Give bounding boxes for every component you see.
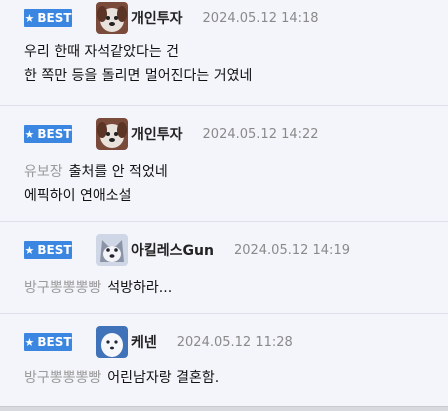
comment-date: 2024.05.12 14:19 (233, 242, 350, 258)
star-icon: ★ (24, 243, 35, 257)
comment-header: ★ BEST 개인투자 2024.05.12 14:18 (24, 2, 319, 34)
comment-line: 우리 한때 자석같았다는 건 (24, 44, 180, 60)
ghost-dog-avatar[interactable] (96, 326, 128, 358)
best-badge-label: BEST (37, 243, 72, 257)
comment-body: 유보장 출처를 안 적었네 에픽하이 연애소설 (24, 160, 168, 208)
comment-header: ★ BEST 개인투자 2024.05.12 14:22 (24, 118, 319, 150)
comment-author[interactable]: 케넨 (131, 332, 157, 352)
comment-text: 어린남자랑 결혼함. (107, 370, 220, 386)
star-icon: ★ (24, 11, 35, 25)
comment-date: 2024.05.12 14:18 (202, 10, 319, 26)
puppy-avatar[interactable] (96, 118, 128, 150)
mention-tag[interactable]: 방구뽕뽕뽕빵 (24, 370, 101, 386)
best-badge-label: BEST (37, 11, 72, 25)
star-icon: ★ (24, 335, 35, 349)
comment-line: 유보장 출처를 안 적었네 (24, 160, 168, 184)
horizontal-scrollbar[interactable] (0, 406, 448, 411)
puppy-avatar[interactable] (96, 2, 128, 34)
comment-author[interactable]: 개인투자 (131, 124, 183, 144)
husky-avatar[interactable] (96, 234, 128, 266)
comment-line: 한 쪽만 등을 돌리면 멀어진다는 거였네 (24, 68, 253, 84)
best-badge-label: BEST (37, 127, 72, 141)
mention-tag[interactable]: 유보장 (24, 164, 63, 180)
comment-item: ★ BEST 개인투자 2024.05.12 14:22 유보장 출처를 안 적었… (0, 106, 448, 222)
comment-date: 2024.05.12 11:28 (176, 334, 293, 350)
comment-line: 에픽하이 연애소설 (24, 188, 132, 204)
comment-item: ★ BEST 개인투자 2024.05.12 14:18 우리 한때 자석같았다… (0, 0, 448, 106)
comment-line: 방구뽕뽕뽕빵 석방하라... (24, 276, 172, 300)
best-badge: ★ BEST (24, 125, 72, 143)
star-icon: ★ (24, 127, 35, 141)
comment-line: 방구뽕뽕뽕빵 어린남자랑 결혼함. (24, 366, 219, 390)
comment-text: 출처를 안 적었네 (68, 164, 168, 180)
comment-header: ★ BEST 케넨 2024.05.12 11:28 (24, 326, 293, 358)
comment-item: ★ BEST 아킬레스Gun 2024.05.12 14:19 방구뽕뽕뽕빵 석방… (0, 222, 448, 314)
comment-body: 방구뽕뽕뽕빵 석방하라... (24, 276, 172, 300)
comment-text: 석방하라... (107, 280, 173, 296)
mention-tag[interactable]: 방구뽕뽕뽕빵 (24, 280, 101, 296)
best-badge: ★ BEST (24, 241, 72, 259)
best-badge-label: BEST (37, 335, 72, 349)
comment-header: ★ BEST 아킬레스Gun 2024.05.12 14:19 (24, 234, 350, 266)
comment-author[interactable]: 개인투자 (131, 8, 183, 28)
comment-body: 방구뽕뽕뽕빵 어린남자랑 결혼함. (24, 366, 219, 390)
best-badge: ★ BEST (24, 9, 72, 27)
comment-body: 우리 한때 자석같았다는 건 한 쪽만 등을 돌리면 멀어진다는 거였네 (24, 40, 252, 88)
comment-date: 2024.05.12 14:22 (202, 126, 319, 142)
best-badge: ★ BEST (24, 333, 72, 351)
comment-author[interactable]: 아킬레스Gun (131, 240, 214, 260)
comment-item: ★ BEST 케넨 2024.05.12 11:28 방구뽕뽕뽕빵 어린남자랑 결… (0, 314, 448, 406)
